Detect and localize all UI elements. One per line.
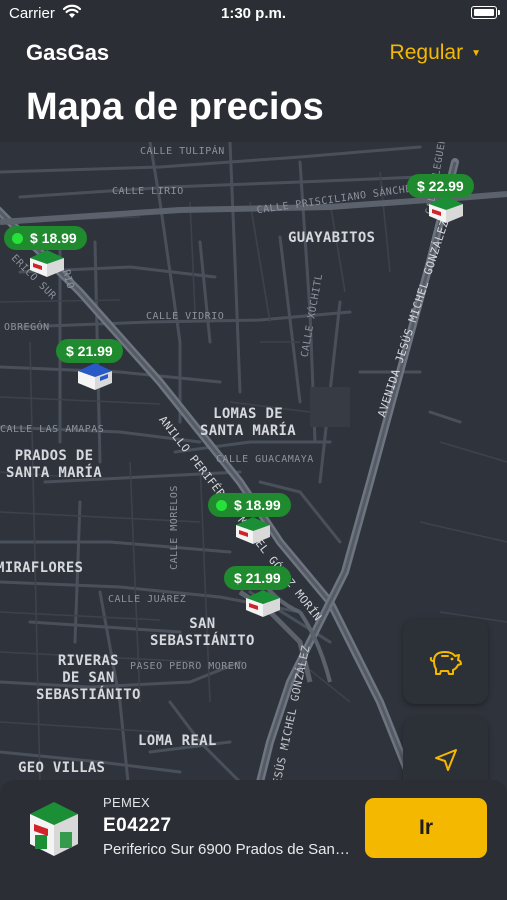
- battery-icon: [471, 6, 500, 19]
- street-label: CALLE TULIPÁN: [140, 146, 225, 157]
- street-label: PASEO PEDRO MORENO: [130, 661, 248, 672]
- app-title: GasGas: [26, 40, 110, 65]
- savings-button[interactable]: [403, 619, 488, 704]
- station-detail-card[interactable]: PEMEX E04227 Periferico Sur 6900 Prados …: [0, 780, 507, 900]
- pemex-station-icon: [429, 196, 463, 223]
- caret-down-icon: ▼: [471, 47, 481, 59]
- pemex-station-icon: [236, 517, 270, 544]
- blue-station-icon: [78, 363, 112, 390]
- page-title: Mapa de precios: [26, 86, 324, 128]
- app-screen: Carrier 1:30 p.m. GasGas Regular ▼ Mapa …: [0, 0, 507, 900]
- piggy-bank-icon: [429, 650, 462, 675]
- price-label: $ 18.99: [30, 230, 77, 246]
- go-button[interactable]: Ir: [365, 798, 487, 858]
- active-dot-icon: [216, 499, 227, 511]
- price-tag: $ 21.99: [56, 339, 123, 363]
- street-label: CALLE MORELOS: [168, 485, 180, 570]
- station-code: E04227: [103, 815, 172, 836]
- neighborhood-label: LOMA REAL: [138, 733, 217, 749]
- pemex-station-thumbnail: [30, 802, 78, 856]
- price-label: $ 22.99: [417, 178, 464, 194]
- station-address: Periferico Sur 6900 Prados de Santa Marí…: [103, 841, 351, 858]
- neighborhood-label: MIRAFLORES: [0, 560, 84, 576]
- street-label: CALLE JUÁREZ: [108, 594, 187, 605]
- pemex-station-icon: [246, 590, 280, 617]
- price-label: $ 21.99: [234, 570, 281, 586]
- station-brand: PEMEX: [103, 795, 151, 810]
- neighborhood-label: LOMAS DE SANTA MARÍA: [200, 406, 297, 439]
- navigation-arrow-icon: [434, 748, 457, 771]
- neighborhood-label: SAN SEBASTIÁNITO: [150, 616, 255, 649]
- neighborhood-label: GUAYABITOS: [288, 230, 376, 246]
- street-label: CALLE GUACAMAYA: [216, 454, 314, 465]
- street-label: CALLE VIDRIO: [146, 311, 225, 322]
- pemex-station-icon: [30, 250, 64, 277]
- neighborhood-label: PRADOS DE SANTA MARÍA: [6, 448, 103, 481]
- price-tag-active: $ 18.99: [4, 226, 87, 250]
- street-label: CALLE LIRIO: [112, 186, 184, 197]
- battery-level: [473, 8, 494, 16]
- active-dot-icon: [12, 232, 23, 244]
- neighborhood-label: GEO VILLAS: [18, 760, 106, 776]
- street-label: OBREGÓN: [4, 322, 50, 333]
- price-tag: $ 21.99: [224, 566, 291, 590]
- neighborhood-label: RIVERAS DE SAN SEBASTIÁNITO: [36, 653, 141, 703]
- street-label: CALLE LAS AMAPAS: [0, 424, 105, 435]
- fuel-type-selector[interactable]: Regular ▼: [390, 41, 481, 65]
- header: Carrier 1:30 p.m. GasGas Regular ▼ Mapa …: [0, 0, 507, 142]
- fuel-type-label: Regular: [389, 41, 464, 64]
- price-label: $ 21.99: [66, 343, 113, 359]
- price-label: $ 18.99: [234, 497, 281, 513]
- clock: 1:30 p.m.: [220, 5, 287, 22]
- price-tag-active: $ 18.99: [208, 493, 291, 517]
